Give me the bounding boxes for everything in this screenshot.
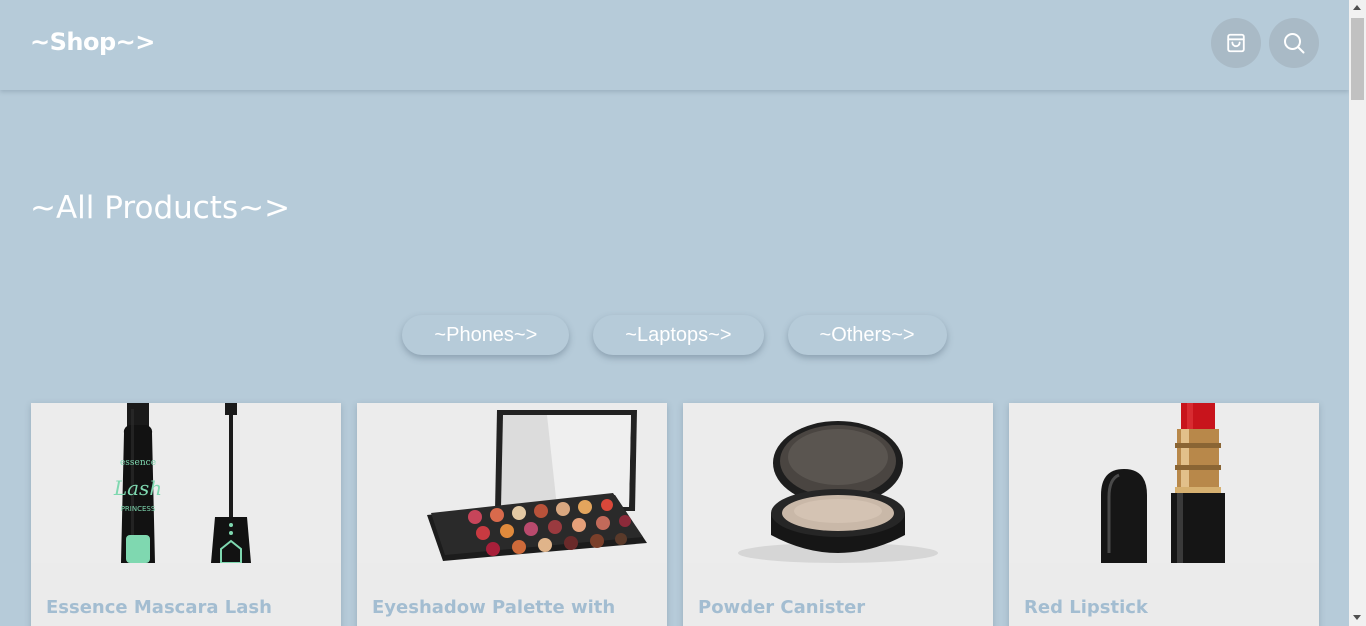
filter-phones-button[interactable]: ~Phones~> [402, 315, 570, 355]
filter-laptops-button[interactable]: ~Laptops~> [593, 315, 764, 355]
product-image-mascara[interactable]: essence Lash PRINCESS [31, 403, 341, 563]
shop-logo[interactable]: ~Shop~> [30, 28, 155, 56]
product-image-powder-compact[interactable] [683, 403, 993, 563]
page-scrollbar[interactable] [1349, 0, 1366, 626]
product-image-eyeshadow-palette[interactable] [357, 403, 667, 563]
product-image-lipstick[interactable] [1009, 403, 1319, 563]
product-title[interactable]: Essence Mascara Lash [46, 597, 272, 618]
product-card[interactable]: essence Lash PRINCESS Essence Mascara La… [31, 403, 341, 626]
product-title[interactable]: Red Lipstick [1024, 597, 1148, 618]
scroll-up-arrow-icon[interactable] [1353, 5, 1361, 10]
filter-others-button[interactable]: ~Others~> [787, 315, 947, 355]
mascara-image: essence Lash PRINCESS [31, 403, 341, 563]
product-grid: essence Lash PRINCESS Essence Mascara La… [31, 403, 1319, 626]
scrollbar-thumb[interactable] [1351, 18, 1364, 100]
lipstick-image [1009, 403, 1319, 563]
top-bar: ~Shop~> [0, 0, 1349, 90]
powder-compact-image [683, 403, 993, 563]
product-card[interactable]: Powder Canister [683, 403, 993, 626]
svg-text:PRINCESS: PRINCESS [121, 505, 156, 513]
cart-button[interactable] [1211, 18, 1261, 68]
product-title[interactable]: Powder Canister [698, 597, 865, 618]
search-button[interactable] [1269, 18, 1319, 68]
svg-text:essence: essence [120, 458, 156, 468]
shopping-bag-icon [1227, 33, 1245, 53]
page: ~Shop~> ~All Products~> ~Phones~> ~Lapto… [0, 0, 1349, 626]
scroll-down-arrow-icon[interactable] [1353, 615, 1361, 620]
product-title[interactable]: Eyeshadow Palette with [372, 597, 615, 618]
page-title: ~All Products~> [30, 190, 291, 226]
product-card[interactable]: Eyeshadow Palette with [357, 403, 667, 626]
product-card[interactable]: Red Lipstick [1009, 403, 1319, 626]
eyeshadow-palette-image [357, 403, 667, 563]
category-filters: ~Phones~> ~Laptops~> ~Others~> [0, 315, 1349, 355]
svg-text:Lash: Lash [113, 476, 162, 500]
search-icon [1284, 33, 1305, 54]
